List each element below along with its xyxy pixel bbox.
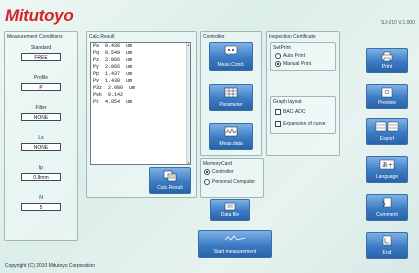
graph-layout-group: Graph layout BAC·ADC Expansion of curve	[270, 96, 336, 134]
radio-dot[interactable]	[275, 61, 281, 67]
radio-auto-print[interactable]: Auto Print	[275, 53, 305, 59]
setprint-group: SetPrint Auto Print Manual Print	[270, 42, 336, 71]
data-file-button[interactable]: Data file	[210, 199, 250, 221]
radio-manual-print[interactable]: Manual Print	[275, 61, 311, 67]
meas-cond-label: Meas.Cond.	[217, 62, 245, 68]
version-label: SJ-210 V.1.000	[380, 20, 415, 26]
field-label-standard: Standard	[30, 45, 52, 51]
calc-result-button[interactable]: Calc.Result	[149, 167, 191, 194]
result-line: Pz 2.866 um	[93, 57, 133, 63]
result-scrollbar[interactable]: ▲ ▼	[186, 43, 190, 165]
language-icon: あ +	[379, 159, 395, 170]
app-window: Mitutoyo SJ-210 V.1.000 Measurement Cond…	[0, 0, 419, 273]
radio-controller-label: Controller	[212, 169, 234, 175]
radio-dot[interactable]	[204, 179, 210, 185]
field-label-n: N	[39, 195, 43, 201]
result-line: Psk 0.142	[93, 92, 124, 98]
data-file-icon	[224, 202, 236, 211]
measurement-conditions-title: Measurement Conditions	[7, 34, 63, 40]
result-line: Pp 1.437 um	[93, 71, 133, 77]
result-line: Pa 0.436 um	[93, 43, 133, 49]
checkbox[interactable]	[275, 121, 281, 127]
radio-dot[interactable]	[275, 53, 281, 59]
exit-icon	[381, 235, 393, 246]
radio-auto-print-label: Auto Print	[283, 53, 305, 59]
mitutoyo-logo: Mitutoyo	[5, 6, 74, 25]
radio-dot[interactable]	[204, 169, 210, 175]
calc-result-panel: Calc.Result Pa 0.436 um Pq 0.549 um Pz 2…	[86, 31, 197, 198]
end-button[interactable]: End	[366, 232, 408, 259]
calc-result-icon	[163, 170, 177, 182]
preview-button[interactable]: Preview	[366, 84, 408, 109]
meas-data-label: Meas.data	[219, 141, 243, 147]
meas-cond-button[interactable]: Meas.Cond.	[209, 42, 253, 71]
calc-result-title: Calc.Result	[89, 34, 115, 40]
end-label: End	[382, 250, 392, 256]
checkbox[interactable]	[275, 109, 281, 115]
export-button[interactable]: Export	[366, 118, 408, 145]
preview-label: Preview	[378, 100, 396, 106]
calc-result-button-label: Calc.Result	[157, 185, 183, 191]
result-line: Py 2.866 um	[93, 64, 133, 70]
scroll-down-arrow-icon[interactable]: ▼	[187, 161, 190, 165]
stylus-wave-icon	[224, 233, 246, 243]
field-label-filter: Filter	[35, 105, 47, 111]
copyright-text: Copyright (C) 2010 Mitutoyo Corporation	[5, 263, 96, 269]
meas-data-button[interactable]: Meas.data	[209, 123, 253, 150]
controller-panel: Controller Meas.Cond. Parameter Meas.dat…	[200, 31, 262, 156]
inspection-certificate-panel: Inspection Certificate SetPrint Auto Pri…	[266, 31, 340, 156]
check-expansion-label: Expansion of curve	[283, 121, 326, 127]
calc-result-list[interactable]: Pa 0.436 um Pq 0.549 um Pz 2.866 um Py 2…	[90, 42, 191, 165]
parameter-label: Parameter	[219, 102, 243, 108]
language-label: Language	[375, 174, 399, 180]
measurement-conditions-panel: Measurement Conditions Standard FREE Pro…	[4, 31, 78, 241]
parameter-icon	[224, 87, 238, 98]
result-line: Pv 1.430 um	[93, 78, 133, 84]
result-line: Pt 4.054 um	[93, 99, 133, 105]
meas-data-icon	[224, 126, 238, 137]
export-icon	[375, 121, 399, 132]
preview-icon	[381, 87, 393, 98]
field-label-profile: Profile	[33, 75, 49, 81]
check-expansion-of-curve[interactable]: Expansion of curve	[275, 121, 326, 127]
field-value-standard[interactable]: FREE	[21, 53, 61, 61]
result-line: Pq 0.549 um	[93, 50, 133, 56]
field-value-n[interactable]: 5	[21, 203, 61, 211]
check-bac-adc-label: BAC·ADC	[283, 109, 306, 115]
check-bac-adc[interactable]: BAC·ADC	[275, 109, 306, 115]
parameter-button[interactable]: Parameter	[209, 84, 253, 111]
comment-label: Comment	[376, 212, 398, 218]
radio-controller[interactable]: Controller	[204, 169, 234, 175]
data-file-label: Data file	[220, 212, 240, 218]
field-label-ls: Ls	[38, 135, 44, 141]
print-label: Print	[381, 64, 393, 70]
field-label-lp: lp	[39, 165, 43, 171]
start-measurement-button[interactable]: Start measurement	[198, 230, 272, 258]
print-button[interactable]: Print	[366, 48, 408, 73]
radio-personal-computer-label: Personal Computer	[212, 179, 256, 185]
export-label: Export	[379, 136, 395, 142]
radio-manual-print-label: Manual Print	[283, 61, 312, 67]
radio-personal-computer[interactable]: Personal Computer	[204, 179, 255, 185]
result-line: P3z 2.080 um	[93, 85, 136, 91]
field-value-ls[interactable]: NONE	[21, 143, 61, 151]
memory-card-panel: MemoryCard Controller Personal Computer	[200, 158, 264, 198]
setprint-title: SetPrint	[273, 45, 291, 51]
comment-icon	[381, 197, 393, 208]
controller-title: Controller	[203, 34, 225, 40]
meas-cond-icon	[224, 45, 238, 57]
graph-layout-title: Graph layout	[273, 99, 302, 105]
memory-card-title: MemoryCard	[203, 161, 232, 167]
comment-button[interactable]: Comment	[366, 194, 408, 221]
inspection-certificate-title: Inspection Certificate	[269, 34, 316, 40]
language-button[interactable]: あ + Language	[366, 156, 408, 183]
svg-text:+: +	[388, 162, 393, 169]
field-value-profile[interactable]: P	[21, 83, 61, 91]
scroll-up-arrow-icon[interactable]: ▲	[187, 43, 190, 47]
field-value-lp[interactable]: 0.8mm	[21, 173, 61, 181]
field-value-filter[interactable]: NONE	[21, 113, 61, 121]
start-measurement-label: Start measurement	[213, 249, 257, 255]
printer-icon	[381, 51, 393, 62]
